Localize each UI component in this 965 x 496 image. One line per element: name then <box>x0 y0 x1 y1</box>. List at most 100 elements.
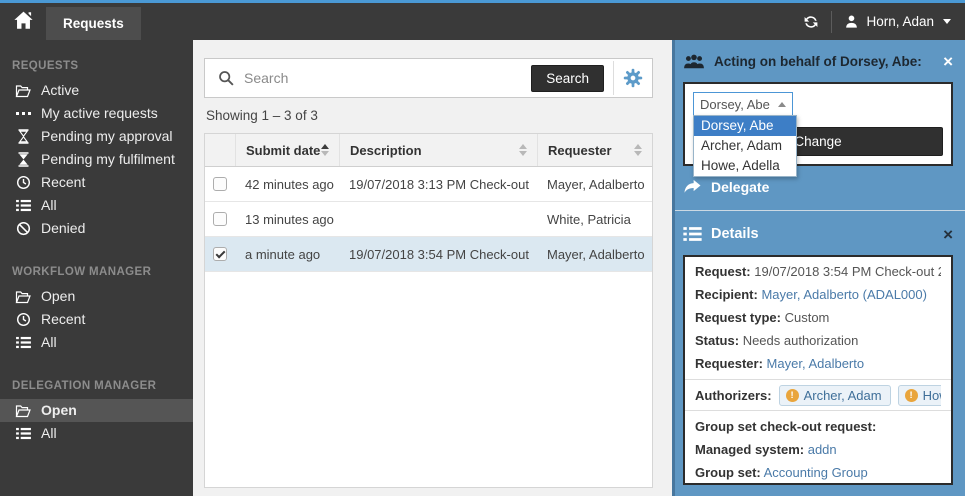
detail-managed-system: Managed system: addn <box>695 438 941 461</box>
header-checkbox-cell <box>205 134 235 166</box>
home-icon <box>13 11 34 33</box>
authorizer-badge[interactable]: ! Archer, Adam <box>779 385 891 406</box>
dropdown-option[interactable]: Archer, Adam <box>694 136 796 156</box>
sidebar-item-workflow-open[interactable]: Open <box>0 285 193 308</box>
sidebar-item-delegation-open[interactable]: Open <box>0 399 193 422</box>
acting-panel-title: Acting on behalf of Dorsey, Abe: <box>714 54 922 69</box>
act-as-dropdown: Dorsey, Abe Archer, Adam Howe, Adella <box>693 115 797 177</box>
hourglass-outline-icon <box>14 129 32 144</box>
sidebar-item-all-requests[interactable]: All <box>0 194 193 217</box>
field-label: Managed system: <box>695 442 804 457</box>
user-menu[interactable]: Horn, Adan <box>844 14 951 29</box>
close-icon[interactable]: × <box>943 226 953 243</box>
sidebar-item-active[interactable]: Active <box>0 79 193 102</box>
dropdown-option[interactable]: Howe, Adella <box>694 156 796 176</box>
refresh-icon <box>803 14 819 30</box>
search-button[interactable]: Search <box>531 65 604 92</box>
sidebar-item-my-active-requests[interactable]: My active requests <box>0 102 193 125</box>
column-label: Submit date <box>246 143 320 158</box>
sidebar-item-label: All <box>41 197 57 214</box>
row-checkbox[interactable] <box>213 177 227 191</box>
detail-request: Request: 19/07/2018 3:54 PM Check-out 20… <box>695 260 941 283</box>
row-checkbox[interactable] <box>213 212 227 226</box>
tab-requests[interactable]: Requests <box>46 7 141 40</box>
sort-icon[interactable] <box>519 144 527 156</box>
list-icon <box>683 226 702 242</box>
sidebar-item-label: Recent <box>41 174 85 191</box>
results-count: Showing 1 – 3 of 3 <box>206 108 318 123</box>
field-label: Recipient: <box>695 287 758 302</box>
home-button[interactable] <box>0 3 46 40</box>
details-divider <box>685 379 951 380</box>
users-icon <box>683 53 705 70</box>
sidebar-item-recent[interactable]: Recent <box>0 171 193 194</box>
table-row[interactable]: 13 minutes ago White, Patricia <box>205 202 652 237</box>
ban-icon <box>14 221 32 236</box>
column-header-submit-date[interactable]: Submit date <box>235 134 339 166</box>
search-divider <box>613 61 614 95</box>
sidebar-item-pending-my-fulfilment[interactable]: Pending my fulfilment <box>0 148 193 171</box>
hourglass-filled-icon <box>14 152 32 167</box>
tab-requests-label: Requests <box>63 16 124 31</box>
field-value: 19/07/2018 3:54 PM Check-out 2018 <box>754 264 941 279</box>
table-row[interactable]: a minute ago 19/07/2018 3:54 PM Check-ou… <box>205 237 652 272</box>
cell-description: 19/07/2018 3:13 PM Check-out <box>339 167 537 201</box>
delegate-link[interactable]: Delegate <box>683 179 953 195</box>
ellipsis-icon <box>14 112 32 115</box>
details-panel-title: Details <box>711 226 759 242</box>
top-bar: Requests Horn, Adan <box>0 0 965 40</box>
field-value: Needs authorization <box>743 333 859 348</box>
group-set-link[interactable]: Accounting Group <box>764 465 868 480</box>
acting-panel-header: Acting on behalf of Dorsey, Abe: × <box>683 46 953 76</box>
folder-open-icon <box>14 290 32 304</box>
authorizer-name: Howe, Adella <box>923 388 941 403</box>
close-icon[interactable]: × <box>943 53 953 70</box>
list-icon <box>14 336 32 349</box>
sidebar-item-pending-my-approval[interactable]: Pending my approval <box>0 125 193 148</box>
cell-submit-date: 13 minutes ago <box>235 202 339 236</box>
table-row[interactable]: 42 minutes ago 19/07/2018 3:13 PM Check-… <box>205 167 652 202</box>
details-panel-header: Details × <box>683 219 953 249</box>
sidebar-item-label: My active requests <box>41 105 158 122</box>
recipient-link[interactable]: Mayer, Adalberto (ADAL000) <box>761 287 926 302</box>
sidebar-item-workflow-all[interactable]: All <box>0 331 193 354</box>
refresh-button[interactable] <box>803 14 819 30</box>
sidebar-item-label: Denied <box>41 220 85 237</box>
sidebar-item-workflow-recent[interactable]: Recent <box>0 308 193 331</box>
sort-icon[interactable] <box>321 144 329 156</box>
main-content: Search Showing 1 – 3 of 3 Submit date <box>204 40 653 496</box>
person-icon <box>844 14 859 29</box>
sidebar-item-label: Recent <box>41 311 85 328</box>
field-label: Request: <box>695 264 751 279</box>
user-name: Horn, Adan <box>866 14 934 29</box>
sort-icon[interactable] <box>634 144 642 156</box>
authorizer-badge[interactable]: ! Howe, Adella <box>898 385 941 406</box>
column-header-requester[interactable]: Requester <box>537 134 652 166</box>
field-label: Group set: <box>695 465 761 480</box>
detail-status: Status: Needs authorization <box>695 329 941 352</box>
dropdown-option[interactable]: Dorsey, Abe <box>694 116 796 136</box>
sidebar-item-denied[interactable]: Denied <box>0 217 193 240</box>
gear-icon[interactable] <box>623 68 643 88</box>
warning-icon: ! <box>786 389 799 402</box>
field-label: Group set check-out request: <box>695 419 876 434</box>
sidebar-section-delegation-manager: DELEGATION MANAGER <box>12 380 181 392</box>
row-checkbox[interactable] <box>213 247 227 261</box>
sidebar-item-delegation-all[interactable]: All <box>0 422 193 445</box>
requester-link[interactable]: Mayer, Adalberto <box>767 356 865 371</box>
sidebar-item-label: All <box>41 425 57 442</box>
cell-requester: Mayer, Adalberto <box>537 167 652 201</box>
managed-system-link[interactable]: addn <box>808 442 837 457</box>
warning-icon: ! <box>905 389 918 402</box>
table-header-row: Submit date Description Requester <box>205 134 652 167</box>
cell-description: 19/07/2018 3:54 PM Check-out <box>339 237 537 271</box>
list-icon <box>14 427 32 440</box>
search-input[interactable] <box>244 70 522 86</box>
authorizers-label: Authorizers: <box>695 388 772 403</box>
cell-requester: Mayer, Adalberto <box>537 237 652 271</box>
acting-form: Dorsey, Abe Change Dorsey, Abe Archer, A… <box>683 82 953 166</box>
detail-request-type: Request type: Custom <box>695 306 941 329</box>
column-header-description[interactable]: Description <box>339 134 537 166</box>
act-as-select[interactable]: Dorsey, Abe <box>693 92 793 116</box>
sidebar: REQUESTS Active My active requests Pendi… <box>0 40 193 496</box>
